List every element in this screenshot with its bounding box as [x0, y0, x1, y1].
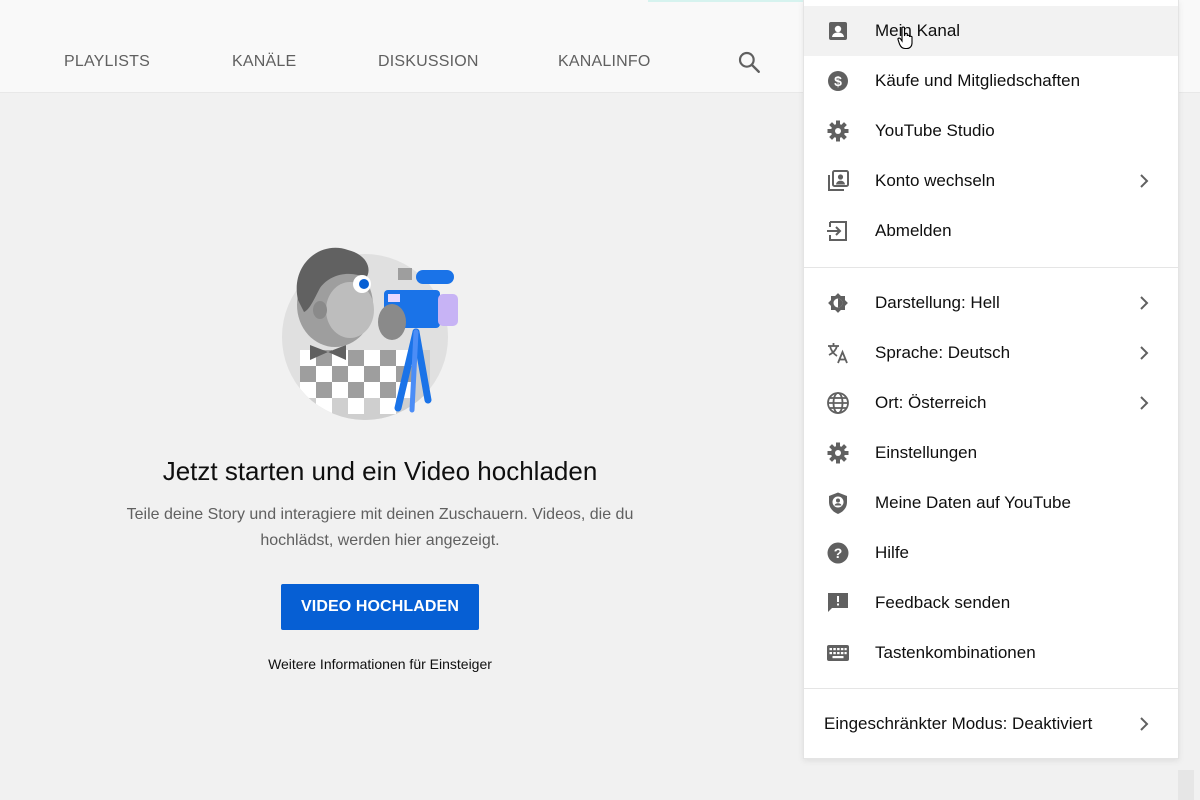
feedback-icon — [828, 593, 848, 612]
menu-item-switch-account[interactable]: Konto wechseln — [804, 156, 1178, 206]
svg-text:$: $ — [834, 73, 842, 89]
appearance-icon — [828, 293, 848, 313]
menu-item-label: Abmelden — [875, 221, 952, 240]
shield-person-icon — [829, 492, 847, 514]
tab-about[interactable]: KANALINFO — [558, 50, 651, 74]
chevron-right-icon — [1140, 174, 1149, 188]
sign-out-icon — [827, 221, 847, 241]
channel-search-button[interactable] — [736, 49, 762, 75]
menu-item-label: Hilfe — [875, 543, 910, 562]
search-icon — [738, 51, 760, 73]
switch-account-icon — [828, 170, 849, 191]
menu-divider — [804, 267, 1178, 268]
menu-item-label: Einstellungen — [875, 443, 978, 462]
tab-playlists[interactable]: PLAYLISTS — [64, 50, 150, 74]
menu-item-label: Darstellung: Hell — [875, 293, 1000, 312]
menu-item-label: Käufe und Mitgliedschaften — [875, 71, 1081, 90]
menu-item-label: Ort: Österreich — [875, 393, 987, 412]
scrollbar-stub[interactable] — [1178, 770, 1194, 800]
beginner-info-link[interactable]: Weitere Informationen für Einsteiger — [80, 656, 680, 672]
videographer-illustration — [282, 247, 458, 420]
translate-icon — [828, 343, 848, 364]
tab-discussion[interactable]: DISKUSSION — [378, 50, 479, 74]
globe-icon — [827, 392, 849, 414]
menu-item-label: Meine Daten auf YouTube — [875, 493, 1071, 512]
menu-item-label: Sprache: Deutsch — [875, 343, 1011, 362]
menu-item-settings[interactable]: Einstellungen — [804, 428, 1178, 478]
menu-item-my-data[interactable]: Meine Daten auf YouTube — [804, 478, 1178, 528]
account-menu: Mein Kanal $ Käufe und Mitgliedschaften … — [803, 0, 1179, 759]
menu-item-purchases[interactable]: $ Käufe und Mitgliedschaften — [804, 56, 1178, 106]
chevron-right-icon — [1140, 396, 1149, 410]
menu-item-language[interactable]: Sprache: Deutsch — [804, 328, 1178, 378]
menu-item-label: Feedback senden — [875, 593, 1011, 612]
gear-icon — [827, 442, 849, 464]
menu-item-label: Mein Kanal — [875, 21, 961, 40]
top-accent-line — [648, 0, 808, 2]
dollar-circle-icon: $ — [828, 71, 848, 91]
menu-item-appearance[interactable]: Darstellung: Hell — [804, 278, 1178, 328]
svg-text:?: ? — [834, 545, 843, 561]
menu-item-label: Konto wechseln — [875, 171, 996, 190]
help-icon: ? — [827, 542, 849, 564]
upload-video-button[interactable]: VIDEO HOCHLADEN — [281, 584, 479, 630]
menu-divider — [804, 688, 1178, 689]
chevron-right-icon — [1140, 717, 1149, 731]
gear-icon — [827, 120, 849, 142]
menu-item-feedback[interactable]: Feedback senden — [804, 578, 1178, 628]
menu-item-label: YouTube Studio — [875, 121, 995, 140]
chevron-right-icon — [1140, 346, 1149, 360]
menu-item-help[interactable]: ? Hilfe — [804, 528, 1178, 578]
account-box-icon — [829, 22, 847, 40]
empty-state-subtitle: Teile deine Story und interagiere mit de… — [126, 506, 634, 549]
menu-item-label: Tastenkombinationen — [875, 643, 1036, 662]
menu-item-restricted-mode[interactable]: Eingeschränkter Modus: Deaktiviert — [804, 699, 1178, 749]
upload-empty-state: Jetzt starten und ein Video hochladen Te… — [80, 240, 680, 672]
keyboard-icon — [827, 645, 849, 661]
menu-item-my-channel[interactable]: Mein Kanal — [804, 6, 1178, 56]
tab-channels[interactable]: KANÄLE — [232, 50, 296, 74]
empty-state-title: Jetzt starten und ein Video hochladen — [162, 456, 598, 486]
menu-item-youtube-studio[interactable]: YouTube Studio — [804, 106, 1178, 156]
chevron-right-icon — [1140, 296, 1149, 310]
menu-item-location[interactable]: Ort: Österreich — [804, 378, 1178, 428]
menu-item-label: Eingeschränkter Modus: Deaktiviert — [824, 714, 1093, 733]
menu-item-shortcuts[interactable]: Tastenkombinationen — [804, 628, 1178, 678]
menu-item-sign-out[interactable]: Abmelden — [804, 206, 1178, 256]
